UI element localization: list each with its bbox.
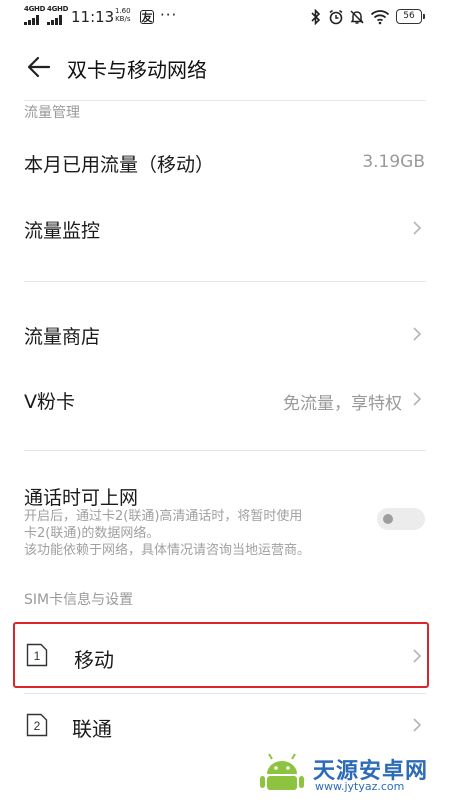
chevron-right-icon [413, 327, 422, 341]
network-speed-unit: KB/s [115, 15, 131, 23]
data-store-label: 流量商店 [24, 326, 101, 348]
android-logo-icon [260, 753, 304, 790]
battery-icon: 56 [396, 9, 425, 24]
chevron-right-icon [413, 221, 422, 235]
toggle-knob [383, 514, 393, 524]
vcard-value: 免流量，享特权 [283, 394, 402, 414]
monthly-usage-value: 3.19GB [362, 152, 425, 172]
network-speed-value: 1.60 [115, 7, 131, 15]
notification-app-icon: 友 [140, 10, 154, 24]
call-data-toggle[interactable] [377, 508, 425, 530]
bluetooth-icon [311, 9, 321, 25]
chevron-right-icon [413, 718, 422, 732]
header: 双卡与移动网络 [0, 40, 450, 96]
alarm-icon [329, 9, 343, 25]
mute-icon [350, 10, 364, 24]
call-data-label: 通话时可上网 [24, 487, 139, 509]
section-label-sim: SIM卡信息与设置 [24, 592, 134, 608]
call-data-desc-line1: 开启后，通过卡2(联通)高清通话时，将暂时使用 [24, 509, 303, 524]
vcard-label: V粉卡 [24, 391, 75, 413]
sim-row-1[interactable]: 1 移动 [13, 622, 429, 688]
status-time: 11:13 [71, 8, 115, 26]
monthly-usage-label: 本月已用流量（移动） [24, 154, 215, 176]
watermark-url: www.jytyaz.com [315, 780, 405, 793]
network-speed: 1.60 KB/s [115, 7, 131, 23]
data-monitor-label: 流量监控 [24, 220, 101, 242]
more-notifications-icon: ··· [160, 6, 178, 24]
sim-slot-2: 2 [34, 719, 41, 733]
section-divider [24, 281, 426, 282]
sim1-network-label: 4GHD [24, 5, 46, 13]
wifi-icon [370, 10, 390, 25]
section-divider [24, 450, 426, 451]
section-label-data-management: 流量管理 [24, 105, 80, 121]
sim-name-2: 联通 [72, 717, 112, 741]
sim-name-1: 移动 [74, 648, 114, 672]
call-data-description: 开启后，通过卡2(联通)高清通话时，将暂时使用 卡2(联通)的数据网络。 该功能… [24, 508, 354, 559]
chevron-right-icon [413, 392, 422, 406]
sim-card-icon: 1 [26, 643, 48, 667]
sim-card-icon: 2 [26, 713, 48, 737]
chevron-right-icon [413, 649, 422, 663]
watermark: 天源安卓网 www.jytyaz.com [255, 748, 445, 796]
call-data-desc-line3: 该功能依赖于网络，具体情况请咨询当地运营商。 [24, 543, 311, 558]
sim2-network-label: 4GHD [47, 5, 69, 13]
call-data-desc-line2: 卡2(联通)的数据网络。 [24, 526, 160, 541]
page-title: 双卡与移动网络 [67, 58, 207, 82]
arrow-left-icon[interactable] [22, 52, 56, 82]
header-divider [24, 100, 426, 101]
status-bar: 4GHD 4GHD 11:13 1.60 KB/s 友 ··· 56 [0, 0, 450, 34]
sim-slot-1: 1 [34, 649, 41, 663]
